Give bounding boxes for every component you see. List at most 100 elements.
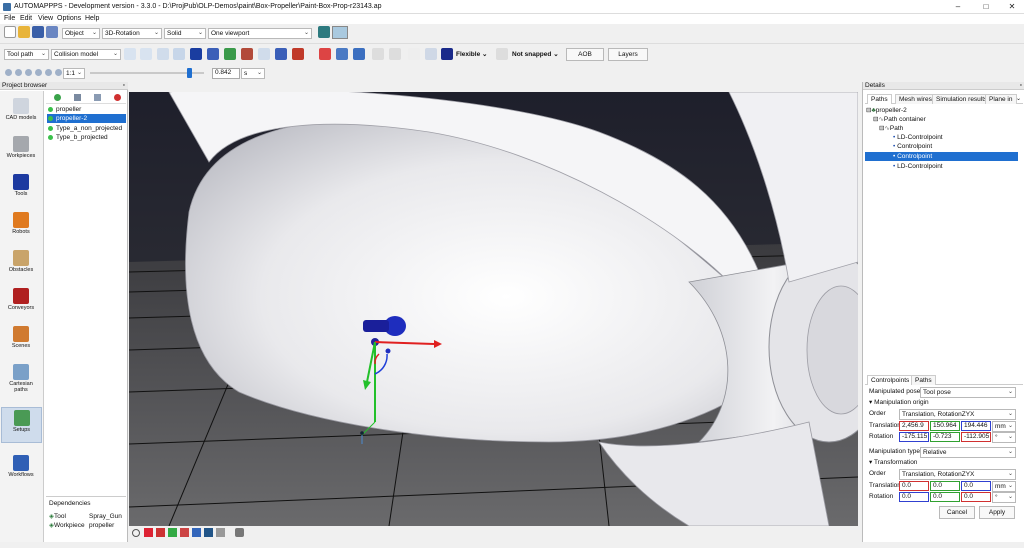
delete-icon[interactable] [114,94,121,101]
tabs-scroll-icon[interactable]: ⌄ [1016,95,1021,102]
viewport-combo[interactable]: One viewport ⌄ [208,28,312,39]
translation-z-field[interactable]: 194.446 [961,421,991,431]
menu-help[interactable]: Help [85,15,99,22]
library-cad-models[interactable]: CAD models [2,96,40,132]
viewport-3d[interactable] [129,92,858,526]
rotation-z-field[interactable]: -112.905 [961,432,991,442]
path-copy-icon[interactable] [173,48,185,60]
save-icon[interactable] [32,26,44,38]
menu-file[interactable]: File [4,15,15,22]
time-slider-thumb[interactable] [187,68,192,78]
menu-options[interactable]: Options [57,15,81,22]
translation-unit-combo[interactable]: mm ⌄ [992,421,1016,432]
tab-simulation-results[interactable]: Simulation results [932,94,992,104]
time-input[interactable]: 0.842 [212,68,240,79]
tree-row[interactable]: ⊟∿Path [879,124,903,133]
path-link-icon[interactable] [140,48,152,60]
layout-icon[interactable] [318,26,330,38]
t-translation-unit-combo[interactable]: mm ⌄ [992,481,1016,492]
tab-paths-bottom[interactable]: Paths [911,375,936,385]
tab-mesh-wires[interactable]: Mesh wires [895,94,936,104]
manipulated-pose-combo[interactable]: Tool pose ⌄ [920,387,1016,398]
library-scenes[interactable]: Scenes [2,324,40,360]
tool-icon[interactable] [258,48,270,60]
open-folder-icon[interactable] [18,26,30,38]
step-forward-icon[interactable] [45,69,52,76]
undock-icon[interactable]: ▫ [1020,82,1022,90]
ratio-combo[interactable]: 1:1 ⌄ [63,68,85,79]
pan-icon[interactable] [235,528,244,537]
library-tools[interactable]: Tools [2,172,40,208]
t-rotation-z-field[interactable]: 0.0 [961,492,991,502]
add-icon[interactable] [54,94,61,101]
library-workflows[interactable]: Workflows [2,453,40,489]
multi-robot-icon[interactable] [207,48,219,60]
library-robots[interactable]: Robots [2,210,40,246]
path-red-icon[interactable] [319,48,331,60]
tab-plane-in[interactable]: Plane in [985,94,1017,104]
gun-icon[interactable] [275,48,287,60]
tab-paths[interactable]: Paths [867,94,892,104]
path-blue2-icon[interactable] [336,48,348,60]
library-cartesian-paths[interactable]: Cartesian paths [2,362,40,398]
translation-y-field[interactable]: 150.964 [930,421,960,431]
library-obstacles[interactable]: Obstacles [2,248,40,284]
list-item[interactable]: Type_b_projected [48,133,126,142]
tree-row-selected[interactable]: • Controlpoint [865,152,1018,161]
flow-icon[interactable] [425,48,437,60]
flexible-icon[interactable] [441,48,453,60]
copy-item-icon[interactable] [94,94,101,101]
target-icon[interactable] [292,48,304,60]
snap-icon[interactable] [496,48,508,60]
flexible-dropdown[interactable]: Flexible ⌄ [456,49,490,60]
save-all-icon[interactable] [46,26,58,38]
maximize-button[interactable]: □ [974,1,998,13]
aob-button[interactable]: AOB [566,48,604,61]
play-icon[interactable] [35,69,42,76]
zoom-icon[interactable] [132,529,140,537]
object-combo[interactable]: Object ⌄ [62,28,100,39]
list-item-selected[interactable]: propeller-2 [47,114,126,123]
unit-combo[interactable]: s ⌄ [241,68,265,79]
view-top-icon[interactable] [168,528,177,537]
list-icon[interactable] [408,48,420,60]
tree-row[interactable]: ⊟∿Path container [873,115,926,124]
skip-start-icon[interactable] [5,69,12,76]
menu-view[interactable]: View [38,15,53,22]
split-icon[interactable] [389,48,401,60]
play-back-icon[interactable] [25,69,32,76]
library-workpieces[interactable]: Workpieces [2,134,40,170]
viewport-layout-icon[interactable] [332,26,348,39]
view-front-icon[interactable] [144,528,153,537]
view-side-icon[interactable] [156,528,165,537]
scissors-icon[interactable] [372,48,384,60]
cancel-button[interactable]: Cancel [939,506,975,519]
t-order-combo[interactable]: Translation, RotationZYX ⌄ [899,469,1016,480]
list-item[interactable]: Type_a_non_projected [48,124,126,133]
undock-icon[interactable]: ▫ [123,82,125,90]
minimize-button[interactable]: – [946,1,970,13]
tree-row[interactable]: • LD-Controlpoint [893,133,943,142]
path-blue3-icon[interactable] [353,48,365,60]
tab-controlpoints[interactable]: Controlpoints [867,375,914,385]
robot-icon[interactable] [190,48,202,60]
t-translation-x-field[interactable]: 0.0 [899,481,929,491]
save-item-icon[interactable] [74,94,81,101]
t-rotation-unit-combo[interactable]: ° ⌄ [992,492,1016,503]
path-edit-icon[interactable] [157,48,169,60]
red-robot-icon[interactable] [241,48,253,60]
layers-button[interactable]: Layers [608,48,648,61]
view-iso-icon[interactable] [192,528,201,537]
list-item[interactable]: propeller [48,105,126,114]
rotation-x-field[interactable]: -175.115 [899,432,929,442]
skip-end-icon[interactable] [55,69,62,76]
rotation-y-field[interactable]: -0.723 [930,432,960,442]
t-translation-z-field[interactable]: 0.0 [961,481,991,491]
translation-x-field[interactable]: 2,456.9 [899,421,929,431]
manipulation-type-combo[interactable]: Relative ⌄ [920,447,1016,458]
green-robot-icon[interactable] [224,48,236,60]
toolpath-combo[interactable]: Tool path ⌄ [4,49,49,60]
solid-combo[interactable]: Solid ⌄ [164,28,206,39]
view-bottom-icon[interactable] [204,528,213,537]
snapped-dropdown[interactable]: Not snapped ⌄ [512,49,562,60]
